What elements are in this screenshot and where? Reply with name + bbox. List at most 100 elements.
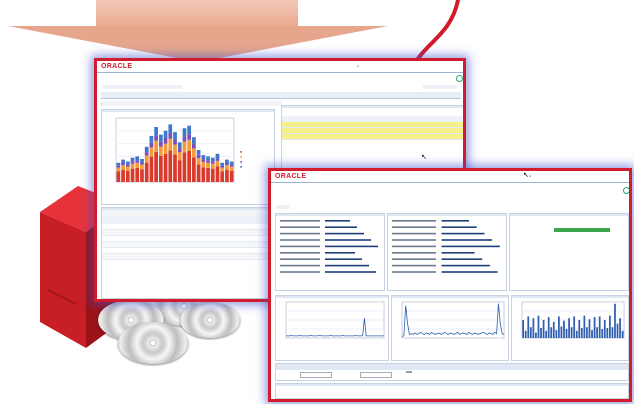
oracle-logo: ORACLE <box>101 63 133 70</box>
chart-bar-segment <box>130 163 135 169</box>
chart-bar-segment <box>125 166 130 171</box>
change-trend-title <box>276 384 628 386</box>
chart-bar-segment <box>121 159 125 163</box>
chart-bar-segment <box>196 150 201 155</box>
chart-bar-segment <box>201 167 206 182</box>
cpu-utilization-chart <box>285 301 385 339</box>
chart-bar <box>611 327 614 338</box>
header-links: ● <box>357 64 359 68</box>
date-range-controls[interactable] <box>102 101 282 106</box>
go-button[interactable] <box>406 371 412 373</box>
chart-bar-segment <box>154 140 158 152</box>
chart-bar-segment <box>177 148 182 153</box>
chart-bar-segment <box>116 167 121 172</box>
chart-bar-segment <box>140 162 144 165</box>
oracle-logo: ORACLE <box>275 173 307 180</box>
chart-bar-segment <box>177 152 182 161</box>
chart-bar-segment <box>144 162 149 182</box>
chart-bar-segment <box>125 161 130 165</box>
chart-bar <box>532 318 535 338</box>
chart-bar <box>555 330 558 338</box>
chart-bar-segment <box>163 130 168 139</box>
to-date-input[interactable] <box>360 372 392 378</box>
chart-bar-segment <box>187 125 192 135</box>
refresh-icon[interactable] <box>623 187 629 194</box>
from-date-input[interactable] <box>300 372 332 378</box>
chart-bar-segment <box>168 150 173 182</box>
chart-bar-segment <box>215 166 220 182</box>
chart-bar-segment <box>225 165 229 170</box>
chart-bar <box>565 329 568 338</box>
chart-bar-segment <box>201 155 206 160</box>
chart-bar-segment <box>220 167 225 172</box>
my-preferences-link[interactable] <box>423 85 457 89</box>
chart-bar <box>578 320 581 338</box>
chart-bar <box>524 330 527 338</box>
chart-bar-segment <box>173 139 177 145</box>
server-menu[interactable] <box>276 205 290 209</box>
chart-bar <box>547 317 550 338</box>
chart-bar-segment <box>206 160 210 163</box>
search-options[interactable] <box>102 85 182 89</box>
change-section <box>282 108 463 116</box>
trend-chart-panel: ■ ■ ■ ■ <box>101 109 275 205</box>
chart-bar-segment <box>149 135 154 143</box>
cpu-chart-panel <box>275 295 389 361</box>
legend-item-4: ■ <box>240 165 243 169</box>
chart-bar <box>527 316 530 338</box>
chart-bar-segment <box>225 169 229 182</box>
chart-bar <box>596 327 598 338</box>
chart-bar-segment <box>192 137 196 144</box>
chart-bar-segment <box>121 169 125 182</box>
chart-bar-segment <box>168 124 173 134</box>
chart-bar <box>621 330 624 338</box>
general-panel <box>275 213 385 291</box>
chart-bar-segment <box>206 162 210 168</box>
chart-bar <box>588 319 591 338</box>
chart-bar-segment <box>192 157 196 182</box>
chart-bar <box>535 332 537 338</box>
chart-bar <box>522 320 525 338</box>
chart-bar-segment <box>158 155 163 182</box>
chart-bar-segment <box>196 158 201 165</box>
chart-bar-segment <box>177 142 182 149</box>
chart-bar-segment <box>215 153 220 159</box>
chart-bar-segment <box>116 171 121 182</box>
chart-bar <box>540 327 542 338</box>
change-row-3[interactable] <box>282 134 463 140</box>
table-row[interactable] <box>102 254 280 260</box>
chart-bar-segment <box>192 143 196 149</box>
chart-legend: ■ ■ ■ ■ <box>240 150 242 170</box>
chart-bar <box>529 327 532 338</box>
chart-bar-segment <box>149 147 154 157</box>
user-icon: ● <box>529 174 532 178</box>
chart-bar-segment <box>130 168 135 182</box>
details-header <box>102 216 280 224</box>
chart-bar-segment <box>158 134 163 142</box>
chart-bar-segment <box>163 143 168 154</box>
chart-bar-segment <box>229 170 234 182</box>
network-chart-panel <box>391 295 509 361</box>
chart-bar-segment <box>125 164 130 167</box>
chart-bar-segment <box>173 132 177 140</box>
chart-bar-segment <box>201 159 206 162</box>
chart-bar <box>550 327 553 338</box>
chart-bar <box>603 320 606 338</box>
chart-bar-segment <box>201 161 206 168</box>
general-properties <box>280 220 378 273</box>
configuration-properties <box>392 220 500 273</box>
chart-bar-segment <box>158 141 163 147</box>
availability-bar-track <box>554 228 610 232</box>
chart-bar-segment <box>135 162 140 168</box>
chart-bar <box>598 316 601 338</box>
chart-bar <box>614 303 616 338</box>
disk-chart-panel <box>511 295 629 361</box>
chart-bar-segment <box>158 146 163 156</box>
tab-bar <box>101 92 461 105</box>
chart-bar-segment <box>220 171 225 182</box>
refresh-icon[interactable] <box>456 75 463 82</box>
chart-bar-segment <box>220 162 225 166</box>
chart-bar <box>558 316 560 338</box>
chart-bar <box>542 320 545 338</box>
chart-bar-segment <box>220 165 225 168</box>
